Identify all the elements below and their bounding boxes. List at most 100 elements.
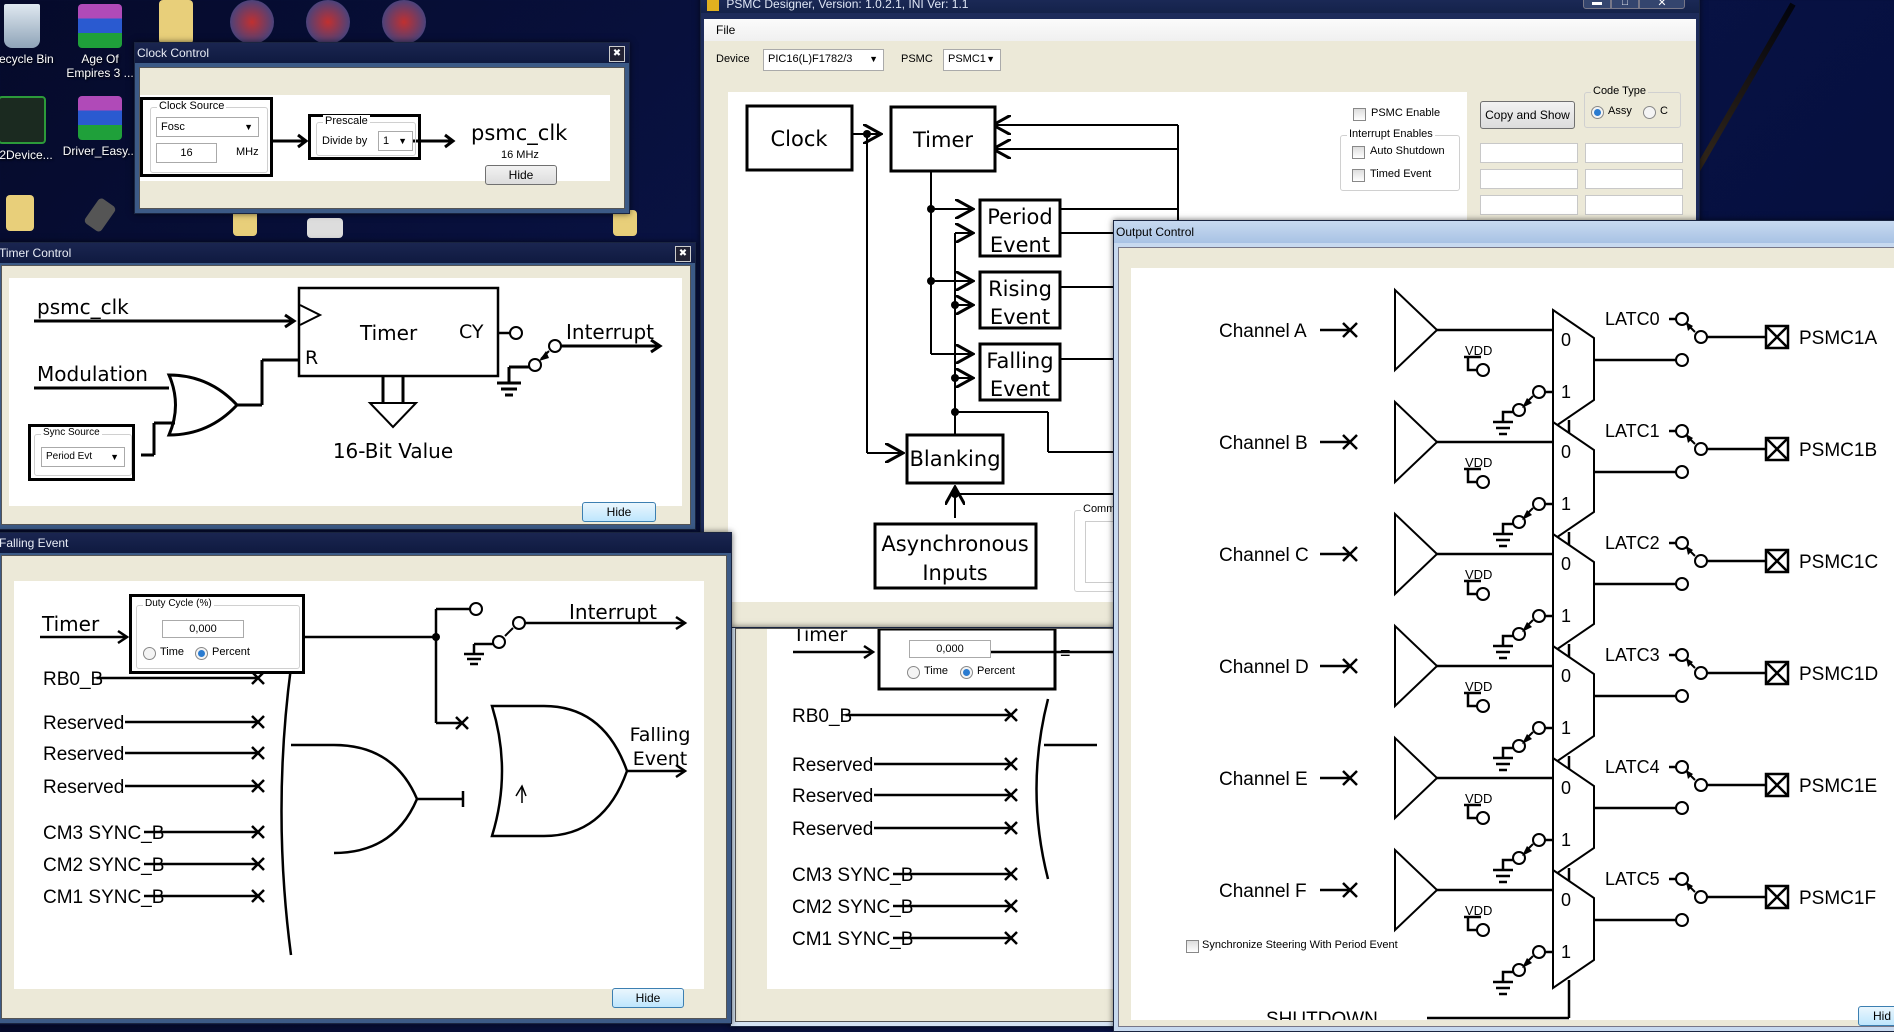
sync-steering-label: Synchronize Steering With Period Event [1202,939,1398,951]
r-label: R [305,347,318,369]
maximize-button[interactable]: □ [1611,0,1639,9]
output-channel: Channel A 01VDDLATC0PSMC1A [1219,287,1877,436]
mux-input-0: 0 [1561,778,1571,798]
duty-time-radio[interactable] [143,647,156,660]
prescale-box: Prescale Divide by 1 ▼ [308,114,421,160]
code-field-3b[interactable] [1585,195,1683,215]
clock-control-titlebar: Clock Control ✖ [135,43,629,63]
menu-bar: File [704,19,1696,41]
desktop-icon-folder-2[interactable] [205,210,285,240]
folder-icon [6,195,34,231]
output-channel: Channel F 01VDDLATC5PSMC1F [1219,847,1876,996]
clock-control-client: Clock Source Fosc ▼ 16 MHz Prescale Divid [139,67,625,209]
duty-percent-radio[interactable] [195,647,208,660]
desktop-icon-folder-3[interactable] [585,210,665,240]
output-pin-label: PSMC1F [1799,888,1876,909]
psmc-designer-titlebar: PSMC Designer, Version: 1.0.2.1, INI Ver… [701,0,1699,13]
cy-label: CY [459,321,484,343]
mux-input-0: 0 [1561,554,1571,574]
auto-shutdown-checkbox[interactable] [1352,146,1365,159]
clock-control-close-button[interactable]: ✖ [609,46,625,62]
sync-steering-checkbox[interactable] [1186,940,1199,953]
rising-percent-radio[interactable] [960,666,973,679]
interrupt-enables-group: Interrupt Enables Auto Shutdown Timed Ev… [1340,128,1460,191]
code-type-c-radio[interactable] [1643,106,1656,119]
latch-label: LATC0 [1605,309,1660,329]
channel-input-label: Channel D [1219,657,1309,678]
code-field-1a[interactable] [1480,143,1578,163]
code-field-2a[interactable] [1480,169,1578,189]
input-signal-label: CM2 SYNC_B [792,897,913,918]
desktop-icon-image[interactable] [285,218,365,242]
falling-event-hide-button[interactable]: Hide [612,988,684,1008]
input-signal-label: Reserved [792,819,873,840]
timer-control-close-button[interactable]: ✖ [675,246,691,262]
chevron-down-icon: ▼ [110,452,119,462]
desktop-icon-folder[interactable] [0,195,60,235]
rising-time-radio[interactable] [907,666,920,679]
duty-cycle-input[interactable]: 0,000 [162,620,244,638]
psmc-label: PSMC [901,53,933,65]
minimize-button[interactable]: ▬ [1583,0,1611,9]
mux-input-1: 1 [1561,830,1571,850]
output-channel: Channel B 01VDDLATC1PSMC1B [1219,399,1877,548]
close-button[interactable]: ✕ [1639,0,1685,9]
output-pin-label: PSMC1E [1799,776,1877,797]
desktop-icon-age-of-empires[interactable]: Age Of Empires 3 ... [60,4,140,80]
timed-event-checkbox[interactable] [1352,169,1365,182]
output-control-hide-button[interactable]: Hid [1858,1006,1894,1026]
falling-event-client: RB0_B Reserved Reserved Reserved CM3 SYNC_B C… [1,555,727,1019]
desktop-icon-usb[interactable] [60,196,140,234]
desktop-icon-pdf-folder[interactable] [136,0,216,48]
buffer-triangle [1394,847,1439,933]
buffer-triangle [1394,735,1439,821]
latch-label: LATC1 [1605,421,1660,441]
output-diagram-panel: Channel A 0 1 VDD LATC0 PSMC1A Channel B 0 1 VDD L… [1131,268,1894,1020]
secured-app-icon [382,0,426,44]
clock-source-select[interactable]: Fosc ▼ [156,117,259,137]
clock-control-hide-button[interactable]: Hide [485,165,557,185]
desktop-icon-app-1[interactable] [212,0,292,48]
mux-input-0: 0 [1561,890,1571,910]
buffer-triangle [1394,623,1439,709]
copy-and-show-button[interactable]: Copy and Show [1480,101,1575,129]
output-control-titlebar: Output Control [1114,221,1894,243]
channel-input-label: Channel E [1219,769,1308,790]
buffer-triangle [1394,287,1439,373]
frequency-input[interactable]: 16 [156,143,217,163]
output-pin-label: PSMC1A [1799,328,1877,349]
code-field-2b[interactable] [1585,169,1683,189]
rising-duty-cycle-input[interactable]: 0,000 [909,640,991,658]
prescale-group: Prescale Divide by 1 ▼ [316,115,416,156]
mux-input-0: 0 [1561,666,1571,686]
desktop-icon-driver-easy[interactable]: Driver_Easy... [60,96,140,158]
chevron-down-icon: ▼ [986,54,995,64]
desktop-icon-app-2[interactable] [288,0,368,48]
psmc-clk-output-label: psmc_clk [471,121,568,145]
divide-by-select[interactable]: 1 ▼ [378,131,413,151]
duty-cycle-group: Duty Cycle (%) 0,000 Time Percent [136,598,300,669]
output-control-window: Output Control Channel A 0 1 VDD LATC0 PSMC1A… [1113,220,1894,1032]
device-select[interactable]: PIC16(L)F1782/3 ▼ [763,49,884,71]
rising-event-client: RB0_B Reserved Reserved Reserved CM3 SYNC_B C… [735,628,1137,1022]
desktop-icon-recycle-bin[interactable]: Recycle Bin [0,4,62,66]
sync-source-select[interactable]: Period Evt ▼ [41,447,125,467]
timer-control-hide-button[interactable]: Hide [582,502,656,522]
psmc-select[interactable]: PSMC1 ▼ [943,49,1001,71]
psmc-clk-input-label: psmc_clk [37,295,129,319]
menu-file[interactable]: File [716,23,735,37]
code-field-1b[interactable] [1585,143,1683,163]
input-signal-label: CM3 SYNC_B [792,865,913,886]
desktop-icon-k2device[interactable]: K2Device... [0,96,62,162]
winrar-archive-icon [78,4,122,48]
code-type-assy-radio[interactable] [1591,106,1604,119]
falling-output-label-1: Falling [630,724,691,746]
output-control-client: Channel A 0 1 VDD LATC0 PSMC1A Channel B 0 1 VDD L… [1118,247,1894,1027]
duty-cycle-box: Duty Cycle (%) 0,000 Time Percent [129,594,305,674]
psmc-enable-checkbox[interactable] [1353,108,1366,121]
rising-event-label-1: Rising [988,277,1052,301]
code-field-3a[interactable] [1480,195,1578,215]
clock-block-label: Clock [770,127,828,151]
desktop-icon-app-3[interactable] [364,0,444,48]
secured-app-icon [306,0,350,44]
